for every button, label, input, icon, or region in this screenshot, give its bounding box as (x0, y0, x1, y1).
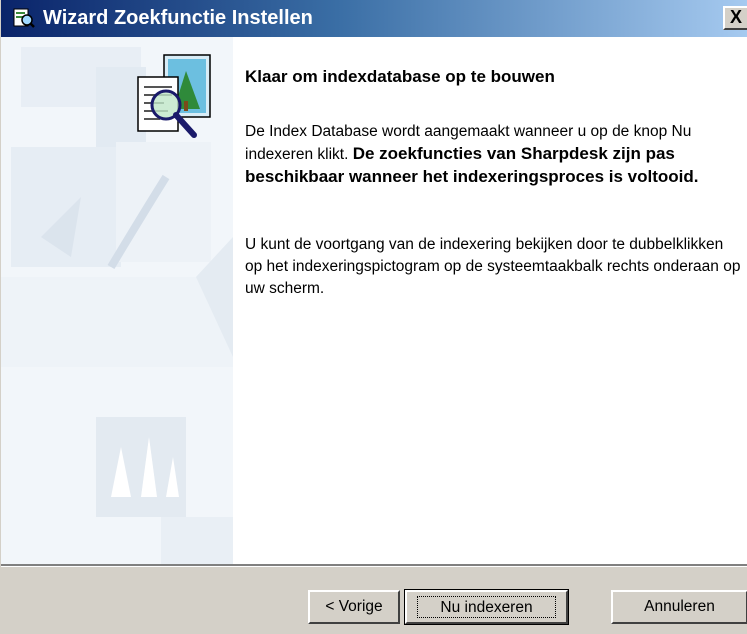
page-title: Klaar om indexdatabase op te bouwen (245, 67, 555, 86)
index-now-label: Nu indexeren (417, 596, 556, 618)
button-bar: < Vorige Nu indexeren Annuleren (1, 564, 747, 634)
back-button[interactable]: < Vorige (308, 590, 400, 624)
intro-paragraph: De Index Database wordt aangemaakt wanne… (245, 121, 743, 189)
window-title: Wizard Zoekfunctie Instellen (43, 7, 313, 29)
wizard-search-icon (13, 7, 35, 29)
close-icon: X (729, 7, 742, 27)
wizard-window: Wizard Zoekfunctie Instellen X Klaar om … (0, 0, 747, 634)
footer-divider (1, 566, 747, 567)
document-magnifier-icon (137, 54, 211, 138)
wizard-content: Klaar om indexdatabase op te bouwen De I… (1, 37, 747, 564)
index-now-button[interactable]: Nu indexeren (404, 589, 569, 625)
close-button[interactable]: X (723, 6, 747, 30)
title-bar[interactable]: Wizard Zoekfunctie Instellen X (1, 0, 747, 37)
cancel-button[interactable]: Annuleren (611, 590, 747, 624)
progress-paragraph: U kunt de voortgang van de indexering be… (245, 236, 741, 297)
